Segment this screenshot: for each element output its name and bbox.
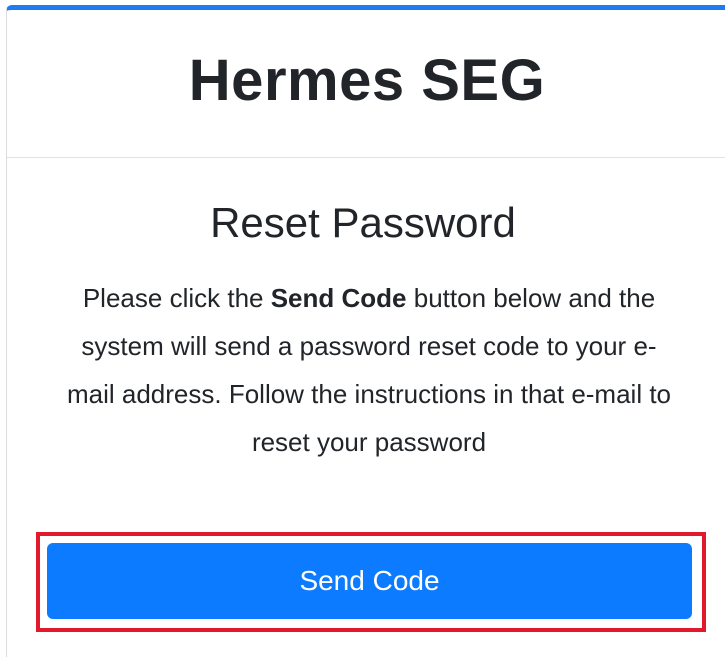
reset-instructions: Please click the Send Code button below … (60, 274, 678, 466)
reset-password-heading: Reset Password (210, 199, 516, 246)
app-title: Hermes SEG (188, 48, 546, 113)
instructions-text-start: Please click the (82, 283, 271, 313)
instructions-send-code-emphasis: Send Code (270, 283, 407, 313)
card-header: Hermes SEG (7, 10, 725, 158)
send-code-button[interactable]: Send Code (47, 543, 692, 619)
page: Hermes SEG Reset Password Please click t… (0, 0, 725, 657)
